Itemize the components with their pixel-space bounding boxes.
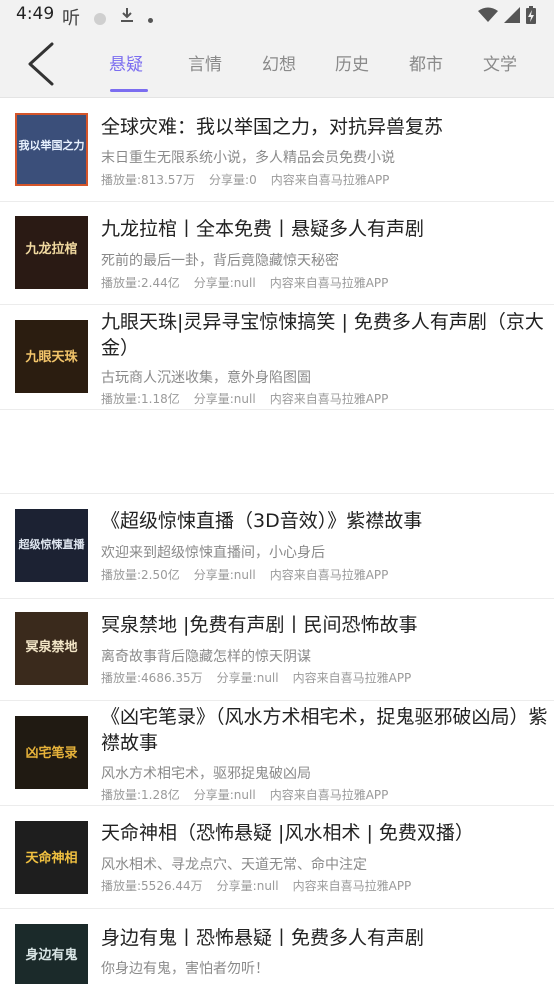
album-description: 欢迎来到超级惊悚直播间，小心身后 [101,545,325,561]
share-count: 分享量:null [193,392,256,406]
list-item[interactable]: 天命神相 天命神相（恐怖悬疑 |风水相术 | 免费双播） 风水相术、寻龙点穴、天… [0,806,554,909]
share-count: 分享量:null [193,788,256,802]
album-title: 冥泉禁地 |免费有声剧丨民间恐怖故事 [101,614,418,636]
album-description: 古玩商人沉迷收集，意外身陷图圄 [101,370,311,386]
tab-romance[interactable]: 言情 [188,50,222,75]
source-label: 内容来自喜马拉雅APP [269,788,389,802]
tab-urban[interactable]: 都市 [409,50,443,75]
play-count: 播放量:813.57万 [101,173,196,187]
play-count: 播放量:1.28亿 [101,788,180,802]
album-description: 风水方术相宅术，驱邪捉鬼破凶局 [101,766,311,782]
album-title: 九龙拉棺丨全本免费丨悬疑多人有声剧 [101,218,425,240]
share-count: 分享量:null [193,276,256,290]
cover-text: 九眼天珠 [25,350,78,365]
cover-text: 我以举国之力 [18,139,85,152]
album-cover: 九眼天珠 [15,320,88,393]
category-tabs: 悬疑 言情 幻想 历史 都市 文学 [92,30,554,97]
source-label: 内容来自喜马拉雅APP [269,568,389,582]
tab-fantasy[interactable]: 幻想 [262,50,296,75]
chevron-left-icon [28,42,54,86]
cover-text: 冥泉禁地 [25,640,78,655]
tab-history[interactable]: 历史 [335,50,369,75]
battery-charging-icon [526,6,536,28]
wifi-icon [478,7,498,27]
album-cover: 身边有鬼 [15,924,88,984]
hear-icon: 听 [62,8,80,29]
cover-text: 身边有鬼 [25,948,78,963]
source-label: 内容来自喜马拉雅APP [269,392,389,406]
album-cover: 我以举国之力 [15,113,88,186]
play-count: 播放量:4686.35万 [101,671,203,685]
source-label: 内容来自喜马拉雅APP [292,879,412,893]
source-label: 内容来自喜马拉雅APP [270,173,390,187]
album-meta: 播放量:813.57万 分享量:0 内容来自喜马拉雅APP [101,171,389,188]
play-count: 播放量:2.44亿 [101,276,180,290]
list-item[interactable]: 九龙拉棺 九龙拉棺丨全本免费丨悬疑多人有声剧 死前的最后一卦，背后竟隐藏惊天秘密… [0,202,554,305]
list-item[interactable]: 凶宅笔录 《凶宅笔录》（风水方术相宅术，捉鬼驱邪破凶局）紫襟故事 风水方术相宅术… [0,701,554,806]
list-item[interactable]: 超级惊悚直播 《超级惊悚直播（3D音效）》紫襟故事 欢迎来到超级惊悚直播间，小心… [0,493,554,599]
download-icon [120,7,134,27]
album-title: 《超级惊悚直播（3D音效）》紫襟故事 [101,510,423,532]
album-description: 风水相术、寻龙点穴、天道无常、命中注定 [101,857,367,873]
album-description: 你身边有鬼，害怕者勿听！ [101,961,269,977]
tab-literature[interactable]: 文学 [483,50,517,75]
list-item[interactable]: 九眼天珠 九眼天珠|灵异寻宝惊悚搞笑 | 免费多人有声剧（京大金） 古玩商人沉迷… [0,305,554,410]
status-time: 4:49 [16,4,55,24]
signal-icon [504,7,520,27]
record-dot-icon [94,12,106,25]
source-label: 内容来自喜马拉雅APP [292,671,412,685]
status-system-icons [478,6,536,28]
status-notification-icons: 听 [62,4,153,30]
album-title: 身边有鬼丨恐怖悬疑丨免费多人有声剧 [101,927,425,949]
album-meta: 播放量:1.18亿 分享量:null 内容来自喜马拉雅APP [101,390,388,407]
tab-suspense[interactable]: 悬疑 [109,50,143,75]
album-description: 离奇故事背后隐藏怎样的惊天阴谋 [101,649,311,665]
album-cover: 超级惊悚直播 [15,509,88,582]
list-item[interactable]: 冥泉禁地 冥泉禁地 |免费有声剧丨民间恐怖故事 离奇故事背后隐藏怎样的惊天阴谋 … [0,598,554,701]
share-count: 分享量:null [216,879,279,893]
album-description: 末日重生无限系统小说，多人精品会员免费小说 [101,150,395,166]
album-meta: 播放量:1.28亿 分享量:null 内容来自喜马拉雅APP [101,786,388,803]
source-label: 内容来自喜马拉雅APP [269,276,389,290]
cover-text: 天命神相 [25,851,78,866]
share-count: 分享量:0 [209,173,257,187]
active-tab-indicator [110,89,148,92]
share-count: 分享量:null [216,671,279,685]
share-count: 分享量:null [193,568,256,582]
play-count: 播放量:5526.44万 [101,879,203,893]
album-title: 全球灾难：我以举国之力，对抗异兽复苏 [101,116,444,138]
dot-icon [148,18,153,23]
album-cover: 天命神相 [15,821,88,894]
play-count: 播放量:2.50亿 [101,568,180,582]
play-count: 播放量:1.18亿 [101,392,180,406]
status-bar: 4:49 听 [0,0,554,30]
list-item[interactable]: 身边有鬼 身边有鬼丨恐怖悬疑丨免费多人有声剧 你身边有鬼，害怕者勿听！ [0,909,554,989]
album-meta: 播放量:4686.35万 分享量:null 内容来自喜马拉雅APP [101,669,411,686]
album-title: 《凶宅笔录》（风水方术相宅术，捉鬼驱邪破凶局）紫襟故事 [101,706,548,754]
album-meta: 播放量:5526.44万 分享量:null 内容来自喜马拉雅APP [101,877,411,894]
cover-text: 凶宅笔录 [25,746,78,761]
album-cover: 九龙拉棺 [15,216,88,289]
album-title: 九眼天珠|灵异寻宝惊悚搞笑 | 免费多人有声剧（京大金） [101,311,544,359]
back-button[interactable] [22,42,62,86]
list-item[interactable]: 我以举国之力 全球灾难：我以举国之力，对抗异兽复苏 末日重生无限系统小说，多人精… [0,98,554,202]
album-title: 天命神相（恐怖悬疑 |风水相术 | 免费双播） [101,822,474,844]
album-meta: 播放量:2.44亿 分享量:null 内容来自喜马拉雅APP [101,274,388,291]
cover-text: 超级惊悚直播 [18,538,85,551]
album-cover: 冥泉禁地 [15,612,88,685]
cover-text: 九龙拉棺 [25,242,78,257]
category-nav-bar: 悬疑 言情 幻想 历史 都市 文学 [0,30,554,98]
album-cover: 凶宅笔录 [15,716,88,789]
album-meta: 播放量:2.50亿 分享量:null 内容来自喜马拉雅APP [101,566,388,583]
album-description: 死前的最后一卦，背后竟隐藏惊天秘密 [101,253,339,269]
